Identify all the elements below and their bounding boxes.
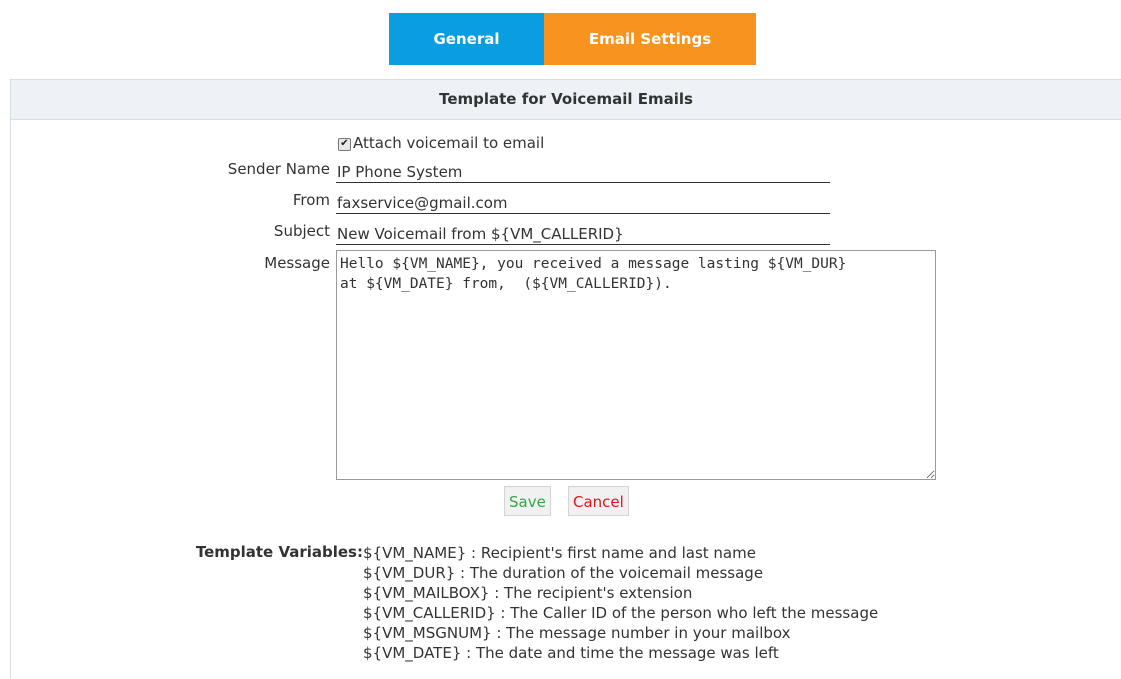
settings-tabs: General Email Settings <box>389 13 756 65</box>
from-label: From <box>292 191 330 209</box>
template-variable-item: ${VM_MSGNUM} : The message number in you… <box>363 624 791 642</box>
sender-name-label: Sender Name <box>227 160 330 178</box>
template-variables-list: ${VM_NAME} : Recipient's first name and … <box>363 543 878 663</box>
template-variable-item: ${VM_CALLERID} : The Caller ID of the pe… <box>363 604 879 622</box>
template-variable-item: ${VM_DATE} : The date and time the messa… <box>363 644 779 662</box>
save-button[interactable]: Save <box>504 486 551 516</box>
template-variable-item: ${VM_MAILBOX} : The recipient's extensio… <box>363 584 693 602</box>
tab-general[interactable]: General <box>389 13 544 65</box>
message-label: Message <box>264 254 330 272</box>
attach-voicemail-option[interactable]: ✔ Attach voicemail to email <box>338 132 544 154</box>
template-variable-item: ${VM_DUR} : The duration of the voicemai… <box>363 564 764 582</box>
template-variables-label: Template Variables: <box>195 543 363 561</box>
template-variable-item: ${VM_NAME} : Recipient's first name and … <box>363 544 756 562</box>
attach-voicemail-checkbox[interactable]: ✔ <box>338 137 351 151</box>
subject-field[interactable] <box>336 223 830 245</box>
cancel-button[interactable]: Cancel <box>568 486 629 516</box>
attach-voicemail-label: Attach voicemail to email <box>353 134 545 152</box>
sender-name-field[interactable] <box>336 161 830 183</box>
subject-label: Subject <box>273 222 330 240</box>
from-field[interactable] <box>336 192 830 214</box>
tab-email-settings[interactable]: Email Settings <box>544 13 756 65</box>
panel-title: Template for Voicemail Emails <box>11 80 1121 120</box>
message-textarea[interactable]: Hello ${VM_NAME}, you received a message… <box>336 250 936 480</box>
